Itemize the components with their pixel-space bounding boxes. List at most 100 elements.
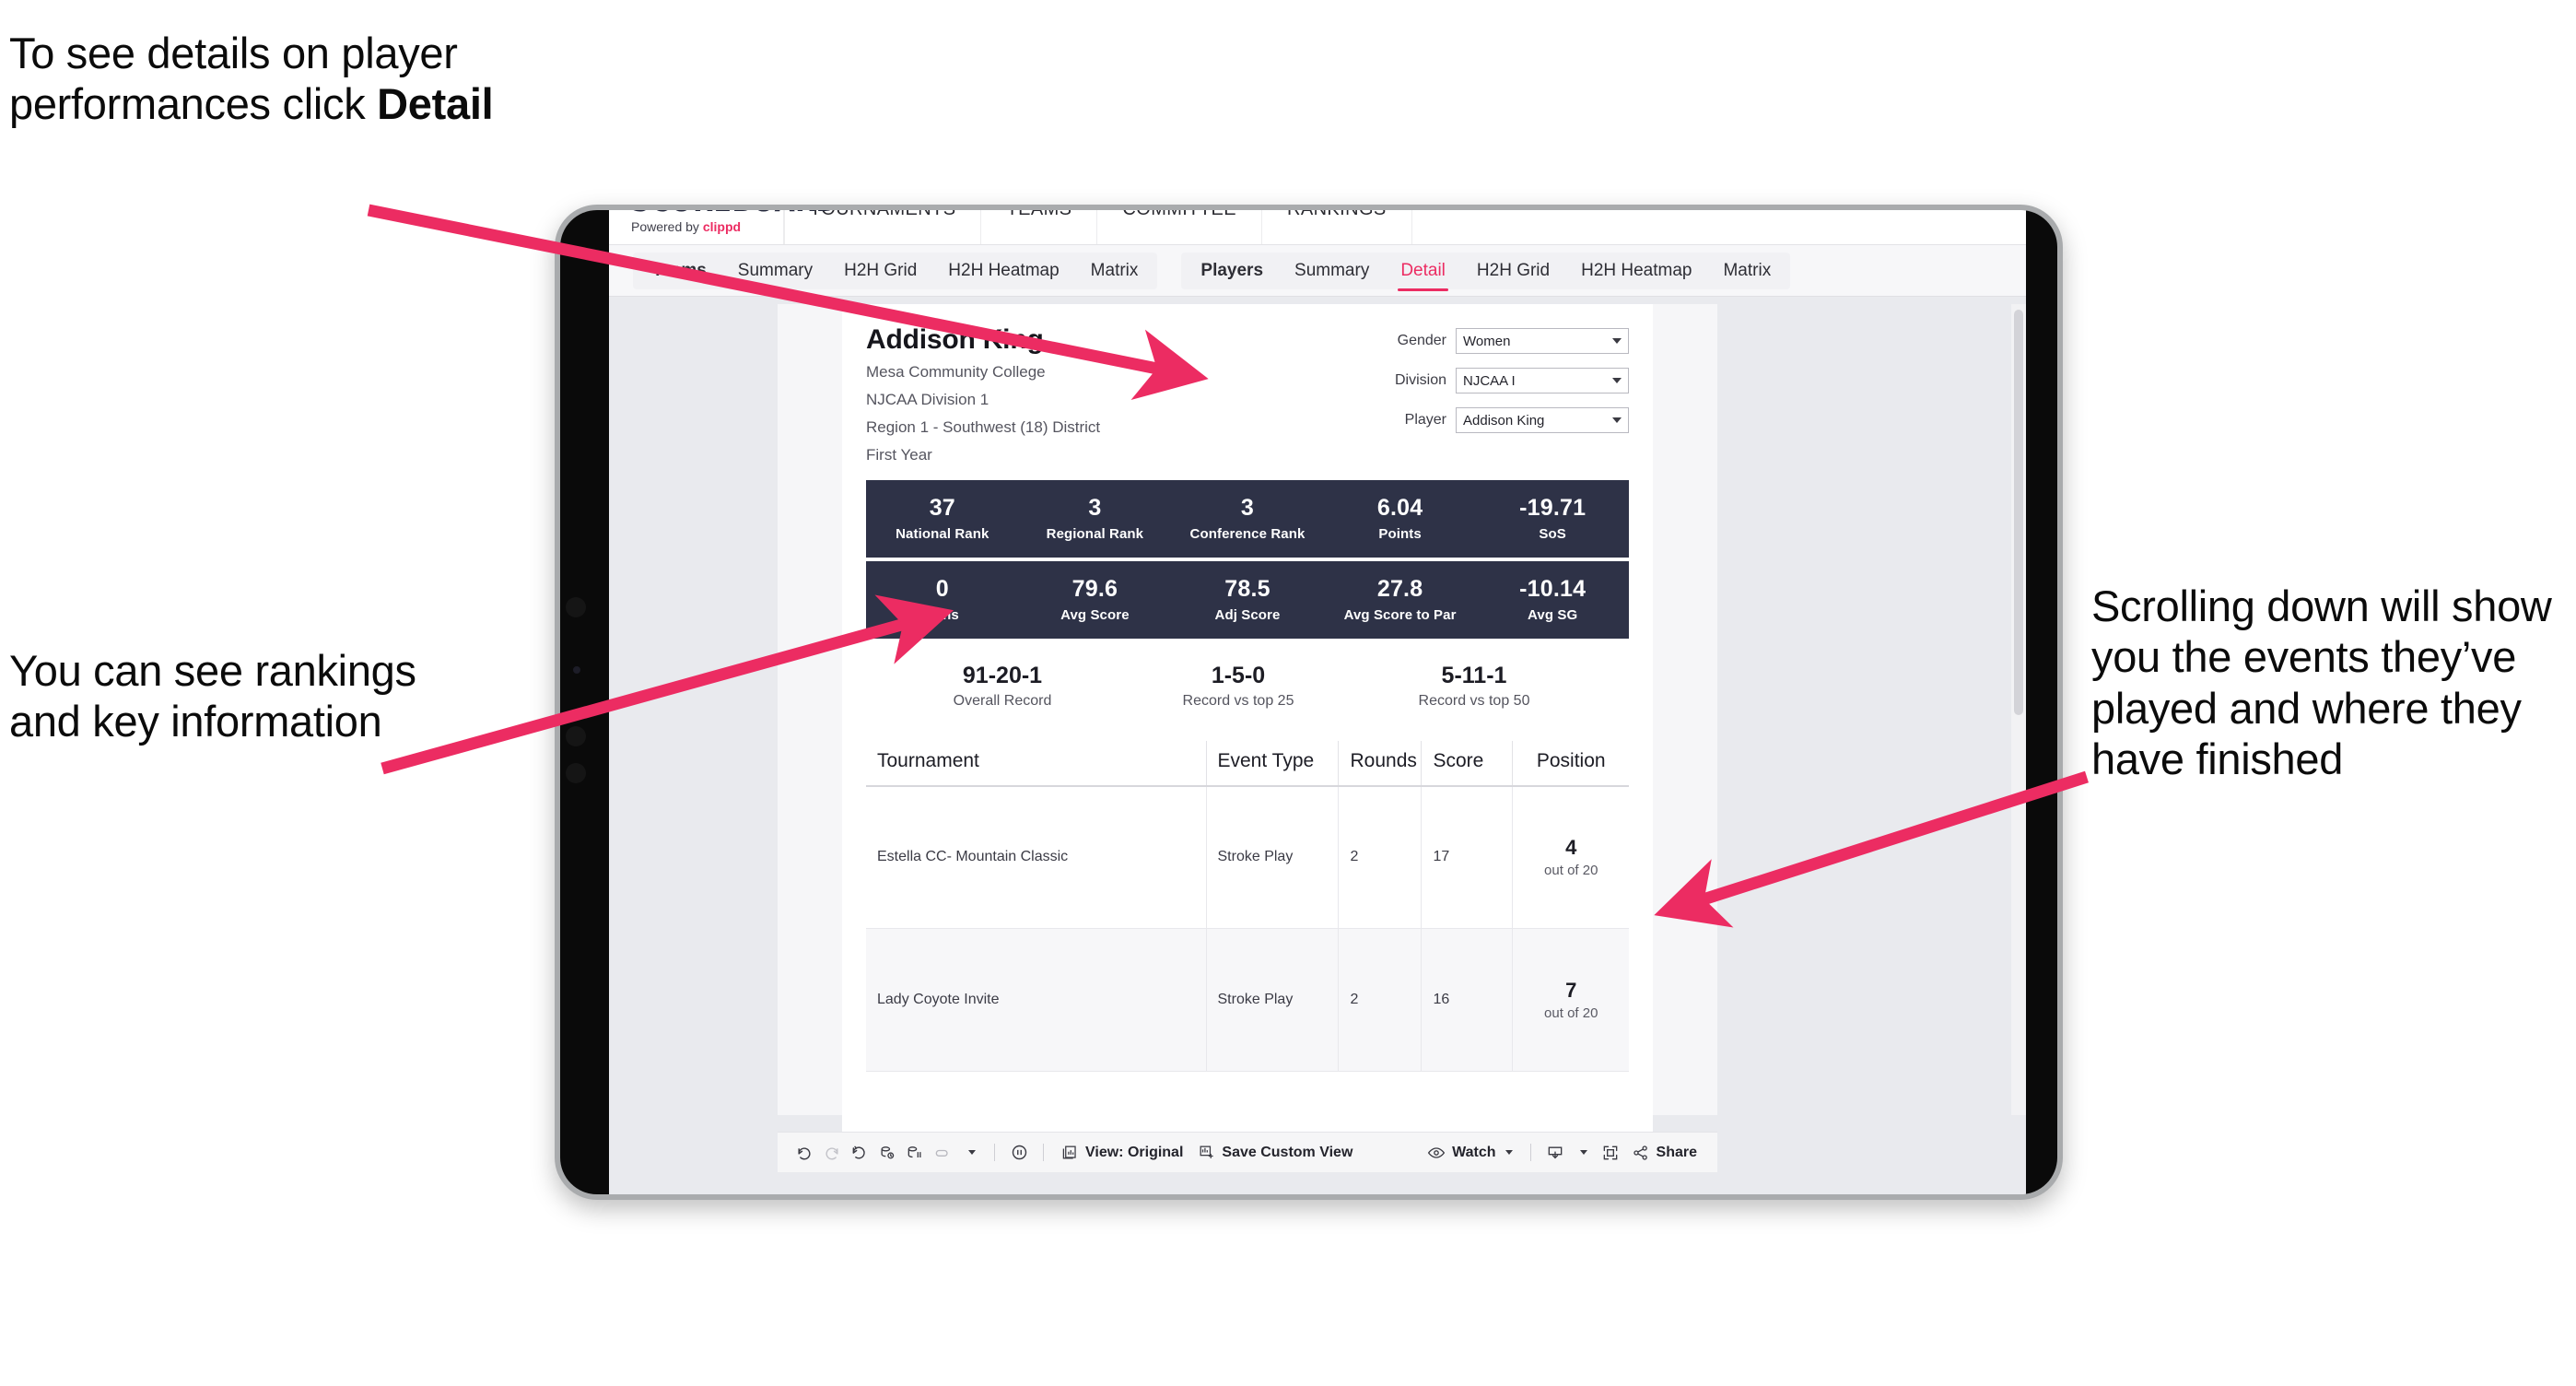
- col-event-type[interactable]: Event Type: [1206, 740, 1340, 787]
- col-score[interactable]: Score: [1421, 740, 1514, 787]
- nav-item-rankings[interactable]: RANKINGS: [1262, 210, 1412, 244]
- tab-players-detail[interactable]: Detail: [1385, 253, 1461, 291]
- identity-row: Addison King Mesa Community College NJCA…: [866, 324, 1629, 467]
- filter-label-gender: Gender: [1397, 333, 1446, 348]
- stat-value: 27.8: [1376, 576, 1423, 603]
- logo-powered-by: Powered by: [631, 219, 703, 234]
- stat-value: 3: [1240, 495, 1255, 522]
- col-position[interactable]: Position: [1512, 740, 1629, 787]
- player-select[interactable]: Addison King: [1456, 407, 1629, 433]
- stat-label: Wins: [925, 607, 959, 624]
- bezel-dot-icon: [566, 597, 586, 617]
- division-select-value: NJCAA I: [1463, 372, 1516, 389]
- cell-tournament: Estella CC- Mountain Classic: [866, 785, 1207, 930]
- chevron-down-icon: [1612, 417, 1622, 423]
- nav-item-teams[interactable]: TEAMS: [981, 210, 1098, 244]
- gender-select[interactable]: Women: [1456, 328, 1629, 354]
- bezel-sensor-icon: [573, 666, 580, 674]
- tab-teams-h2h-heatmap[interactable]: H2H Heatmap: [932, 253, 1074, 289]
- chevron-down-icon: [1580, 1150, 1588, 1155]
- events-table: Tournament Event Type Rounds Score Posit…: [866, 740, 1629, 1073]
- cell-rounds: 2: [1338, 928, 1423, 1073]
- position-field-size: out of 20: [1544, 1005, 1598, 1022]
- watch-button[interactable]: Watch: [1420, 1144, 1519, 1162]
- cell-position: 4 out of 20: [1512, 785, 1629, 930]
- vertical-scrollbar[interactable]: [2011, 304, 2026, 1115]
- download-icon[interactable]: [1541, 1141, 1569, 1165]
- app-logo[interactable]: SCOREBOARD Powered by clippd: [609, 210, 837, 244]
- stat-conference-rank: 3 Conference Rank: [1171, 495, 1324, 542]
- stat-wins: 0 Wins: [866, 576, 1019, 623]
- scrollbar-thumb[interactable]: [2014, 310, 2023, 715]
- table-row[interactable]: Estella CC- Mountain Classic Stroke Play…: [866, 785, 1629, 930]
- save-custom-view-button[interactable]: Save Custom View: [1190, 1144, 1360, 1161]
- record-vs-top-50: 5-11-1 Record vs top 50: [1356, 663, 1592, 710]
- share-button[interactable]: Share: [1624, 1144, 1704, 1162]
- app-viewport: SCOREBOARD Powered by clippd TOURNAMENTS…: [609, 210, 2026, 1194]
- stat-label: Points: [1378, 526, 1422, 543]
- record-label: Record vs top 50: [1418, 692, 1530, 709]
- pill-shape-icon[interactable]: [929, 1141, 956, 1165]
- save-custom-view-label: Save Custom View: [1222, 1144, 1353, 1160]
- tab-group-players: Players Summary Detail H2H Grid H2H Heat…: [1181, 252, 1791, 291]
- record-vs-top-25: 1-5-0 Record vs top 25: [1120, 663, 1356, 710]
- filter-division: Division NJCAA I: [1352, 368, 1629, 393]
- tab-teams-matrix[interactable]: Matrix: [1075, 253, 1154, 289]
- filter-panel: Gender Women Division NJCAA I Player Add…: [1352, 324, 1629, 467]
- tab-players-summary[interactable]: Summary: [1279, 253, 1385, 289]
- pill-dropdown-icon[interactable]: [956, 1141, 984, 1165]
- nav-item-committee[interactable]: COMMITTEE: [1097, 210, 1262, 244]
- logo-brand-clippd: clippd: [702, 219, 742, 234]
- stat-label: National Rank: [896, 526, 989, 543]
- share-label: Share: [1656, 1144, 1697, 1160]
- division-select[interactable]: NJCAA I: [1456, 368, 1629, 393]
- stat-value: 79.6: [1071, 576, 1118, 603]
- download-dropdown-icon[interactable]: [1569, 1141, 1597, 1165]
- app-header: SCOREBOARD Powered by clippd TOURNAMENTS…: [609, 210, 2026, 245]
- record-row: 91-20-1 Overall Record 1-5-0 Record vs t…: [866, 663, 1629, 710]
- stat-value: 3: [1088, 495, 1102, 522]
- stat-avg-sg: -10.14 Avg SG: [1476, 576, 1629, 623]
- view-original-button[interactable]: View: Original: [1054, 1144, 1190, 1161]
- toolbar-divider: [1529, 1144, 1531, 1161]
- viz-toolbar: View: Original Save Custom View Watch Sh…: [778, 1132, 1717, 1172]
- tab-players-matrix[interactable]: Matrix: [1707, 253, 1786, 289]
- annotation-top-left: To see details on player performances cl…: [9, 28, 608, 130]
- player-school: Mesa Community College: [866, 363, 1046, 381]
- tab-teams-h2h-grid[interactable]: H2H Grid: [828, 253, 932, 289]
- filter-label-division: Division: [1394, 372, 1446, 388]
- stat-label: Avg SG: [1528, 607, 1578, 624]
- undo-icon[interactable]: [790, 1141, 818, 1165]
- refresh-data-icon[interactable]: [873, 1141, 901, 1165]
- stat-avg-score: 79.6 Avg Score: [1019, 576, 1172, 623]
- tab-teams-summary[interactable]: Summary: [722, 253, 828, 289]
- tab-players-h2h-heatmap[interactable]: H2H Heatmap: [1565, 253, 1707, 289]
- events-table-body: Estella CC- Mountain Classic Stroke Play…: [866, 785, 1629, 1073]
- table-header-row: Tournament Event Type Rounds Score Posit…: [866, 740, 1629, 787]
- stat-adj-score: 78.5 Adj Score: [1171, 576, 1324, 623]
- redo-icon[interactable]: [818, 1141, 846, 1165]
- stat-label: Conference Rank: [1189, 526, 1306, 543]
- position-value: 4: [1565, 836, 1577, 860]
- pause-clock-icon[interactable]: [1005, 1141, 1033, 1165]
- col-rounds[interactable]: Rounds: [1338, 740, 1423, 787]
- stat-national-rank: 37 National Rank: [866, 495, 1019, 542]
- annotation-top-left-bold: Detail: [377, 79, 494, 129]
- tab-players-h2h-grid[interactable]: H2H Grid: [1461, 253, 1565, 289]
- player-year: First Year: [866, 446, 932, 464]
- chevron-down-icon: [1505, 1150, 1513, 1155]
- stat-avg-score-to-par: 27.8 Avg Score to Par: [1324, 576, 1477, 623]
- table-row[interactable]: Lady Coyote Invite Stroke Play 2 16 7 ou…: [866, 928, 1629, 1073]
- record-overall: 91-20-1 Overall Record: [884, 663, 1120, 710]
- watch-label: Watch: [1452, 1144, 1496, 1160]
- revert-icon[interactable]: [846, 1141, 873, 1165]
- bezel-dot-icon: [566, 726, 586, 746]
- top-nav: TOURNAMENTS TEAMS COMMITTEE RANKINGS: [784, 210, 1412, 244]
- pause-auto-update-icon[interactable]: [901, 1141, 929, 1165]
- content-area: Addison King Mesa Community College NJCA…: [609, 297, 2026, 1194]
- tab-group-teams: Teams Summary H2H Grid H2H Heatmap Matri…: [633, 252, 1158, 289]
- stat-regional-rank: 3 Regional Rank: [1019, 495, 1172, 542]
- col-tournament[interactable]: Tournament: [866, 740, 1207, 787]
- position-value: 7: [1565, 979, 1577, 1003]
- fullscreen-icon[interactable]: [1597, 1141, 1624, 1165]
